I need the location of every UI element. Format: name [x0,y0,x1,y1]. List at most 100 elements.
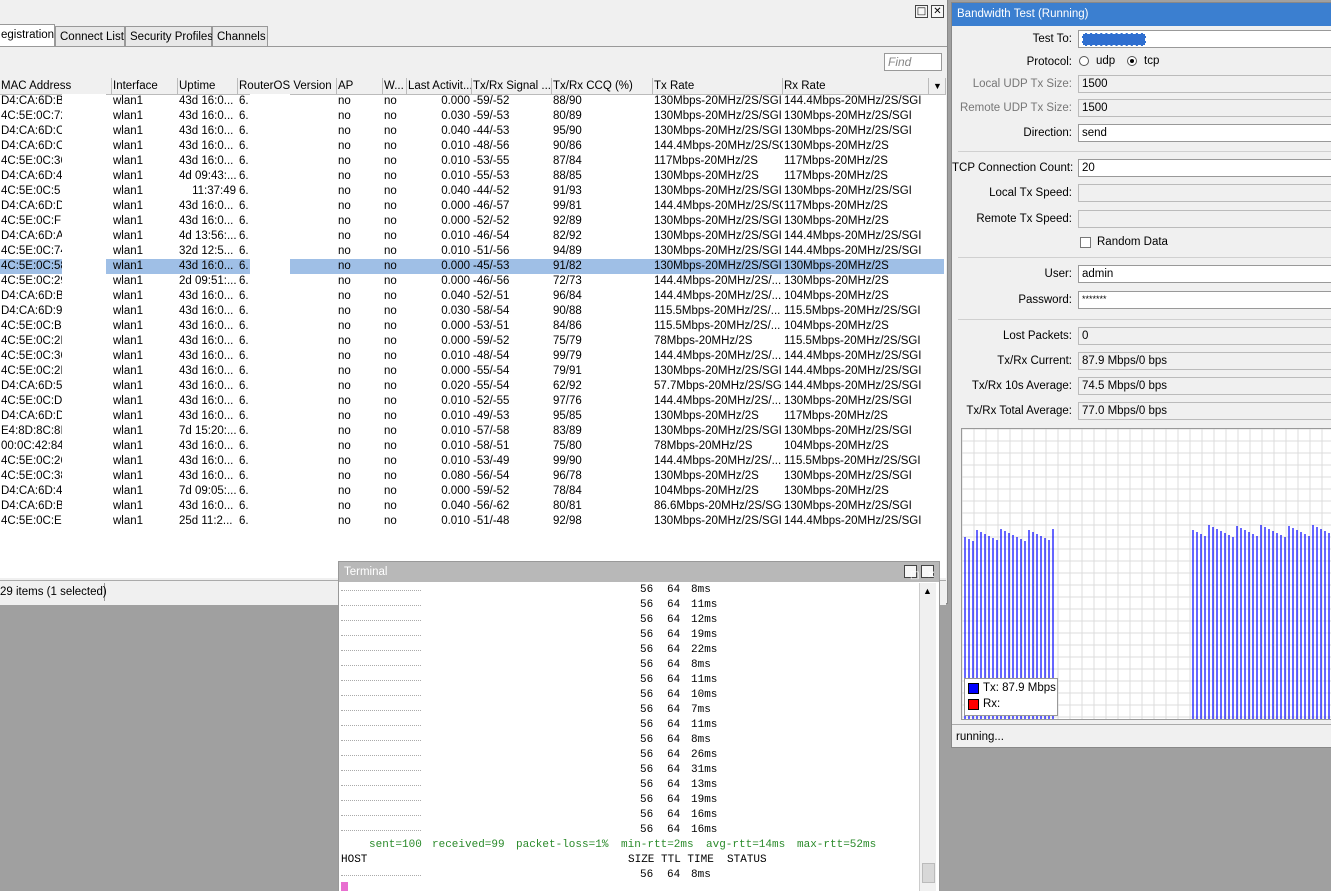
separator [958,257,1331,258]
table-row[interactable]: 4C:5E:0C:36 wlan1 43d 16:0... 6. no no 0.010 -5… [0,154,944,169]
table-row[interactable]: D4:CA:6D:B wlan1 43d 16:0... 6. no no 0.000 -59… [0,94,944,109]
password-field[interactable]: ******* [1078,291,1331,309]
cell-ccq: 75/80 [553,440,582,452]
table-row[interactable]: D4:CA:6D:D wlan1 43d 16:0... 6. no no 0.010 -49… [0,409,944,424]
random-data-checkbox[interactable] [1080,237,1091,248]
table-row[interactable]: 4C:5E:0C:38 wlan1 43d 16:0... 6. no no 0.080 -5… [0,469,944,484]
column-header-ap[interactable]: AP [337,78,383,94]
cell-interface: wlan1 [113,230,144,242]
column-header-mac[interactable]: MAC Address [0,78,112,94]
table-row[interactable]: 4C:5E:0C:B4 wlan1 43d 16:0... 6. no no 0.000 -5… [0,319,944,334]
cell-signal: -51/-48 [473,515,510,527]
table-row[interactable]: D4:CA:6D:9 wlan1 43d 16:0... 6. no no 0.030 -58… [0,304,944,319]
cell-w: no [384,200,397,212]
table-row[interactable]: 4C:5E:0C:74 wlan1 32d 12:5... 6. no no 0.010 -5… [0,244,944,259]
table-row[interactable]: 4C:5E:0C:DI wlan1 43d 16:0... 6. no no 0.010 -5… [0,394,944,409]
cell-version: 6. [239,320,249,332]
cell-signal: -51/-56 [473,245,510,257]
maximize-button[interactable]: □ [915,5,928,18]
table-row[interactable]: 4C:5E:0C:26 wlan1 43d 16:0... 6. no no 0.010 -5… [0,454,944,469]
column-header-tx[interactable]: Tx Rate [653,78,783,94]
rx-swatch [968,699,979,710]
table-row[interactable]: 4C:5E:0C:29 wlan1 2d 09:51:... 6. no no 0.000-… [0,274,944,289]
terminal-scrollbar[interactable]: ▲ [919,583,936,891]
column-header-last[interactable]: Last Activit... [407,78,472,94]
tab-channels[interactable]: Channels [212,26,268,46]
protocol-tcp-radio[interactable] [1127,56,1137,66]
cell-w: no [384,140,397,152]
cell-ap: no [338,335,351,347]
table-row[interactable]: 4C:5E:0C:72 wlan1 43d 16:0... 6. no no 0.030 -5… [0,109,944,124]
tab-security-profiles[interactable]: Security Profiles [125,26,213,46]
table-row[interactable]: D4:CA:6D:4 wlan1 4d 09:43:... 6. no no 0.010 -5… [0,169,944,184]
cell-version: 6. [239,290,249,302]
cell-uptime: 43d 16:0... [179,125,234,137]
tab-connect-list[interactable]: Connect List [55,26,125,46]
user-field[interactable]: admin [1078,265,1331,283]
table-row[interactable]: 00:0C:42:84: wlan1 43d 16:0... 6. no no 0.010-… [0,439,944,454]
table-row[interactable]: 4C:5E:0C:5 wlan1 11:37:49 6. no no 0.040 -44/-5… [0,184,944,199]
table-row[interactable]: 4C:5E:0C:F wlan1 43d 16:0... 6. no no 0.000 -52… [0,214,944,229]
cell-tx: 130Mbps-20MHz/2S/SGI [654,260,782,272]
cell-last: 0.010 [441,395,470,407]
table-row[interactable]: 4C:5E:0C:36 wlan1 43d 16:0... 6. no no 0.010 -4… [0,349,944,364]
column-menu-chevron-down-icon[interactable]: ▼ [929,78,946,94]
table-row[interactable]: D4:CA:6D:C wlan1 43d 16:0... 6. no no 0.040 -44… [0,124,944,139]
remote-speed-field[interactable] [1078,210,1331,228]
cell-rx: 130Mbps-20MHz/2S/SGI [784,185,912,197]
cell-rx: 130Mbps-20MHz/2S/SGI [784,110,912,122]
redacted-host [341,680,421,681]
column-header-version[interactable]: RouterOS Version [238,78,337,94]
column-header-ccq[interactable]: Tx/Rx CCQ (%) [552,78,653,94]
table-row[interactable]: 4C:5E:0C:58 wlan1 43d 16:0... 6. no no 0.000 -4… [0,259,944,274]
scroll-up-icon[interactable]: ▲ [923,586,932,596]
cell-w: no [384,230,397,242]
column-header-interface[interactable]: Interface [112,78,178,94]
table-row[interactable]: D4:CA:6D:B wlan1 43d 16:0... 6. no no 0.040 -52… [0,289,944,304]
cell-uptime: 43d 16:0... [179,140,234,152]
cell-ccq: 99/81 [553,200,582,212]
redacted-area [250,274,290,289]
cell-signal: -56/-62 [473,500,510,512]
summary-loss: packet-loss=1% [516,839,609,851]
terminal-close-button[interactable]: ✕ [921,565,936,581]
cell-tx: 130Mbps-20MHz/2S/SGI [654,425,782,437]
redacted-area [250,199,290,214]
column-header-signal[interactable]: Tx/Rx Signal ... [472,78,552,94]
terminal-line: 56 64 11ms [341,718,916,733]
table-row[interactable]: 4C:5E:0C:2F wlan1 43d 16:0... 6. no no 0.000 -5… [0,364,944,379]
table-row[interactable]: 4C:5E:0C:2F wlan1 43d 16:0... 6. no no 0.000 -5… [0,334,944,349]
tab-registration[interactable]: egistration [0,24,55,47]
find-input[interactable]: Find [884,53,942,71]
test-to-field[interactable] [1078,30,1331,48]
terminal-maximize-button[interactable]: □ [904,565,919,581]
close-icon: ✕ [927,570,936,581]
terminal-line: 56 64 12ms [341,613,916,628]
column-header-w[interactable]: W... [383,78,407,94]
column-header-rx[interactable]: Rx Rate [783,78,929,94]
table-row[interactable]: 4C:5E:0C:EI wlan1 25d 11:2... 6. no no 0.010 -5… [0,514,944,529]
cell-last: 0.010 [441,425,470,437]
table-row[interactable]: D4:CA:6D:C wlan1 43d 16:0... 6. no no 0.010 -48… [0,139,944,154]
protocol-udp-radio[interactable] [1079,56,1089,66]
direction-select[interactable]: send [1078,124,1331,142]
cell-ccq: 91/82 [553,260,582,272]
redacted-area [62,394,106,409]
table-row[interactable]: E4:8D:8C:8I wlan1 7d 15:20:... 6. no no 0.010-… [0,424,944,439]
cell-signal: -48/-56 [473,140,510,152]
local-speed-field[interactable] [1078,184,1331,202]
table-row[interactable]: D4:CA:6D:4 wlan1 7d 09:05:... 6. no no 0.000 -5… [0,484,944,499]
cell-last: 0.000 [441,260,470,272]
close-button[interactable]: ✕ [931,5,944,18]
table-row[interactable]: D4:CA:6D:B wlan1 43d 16:0... 6. no no 0.040 -56… [0,499,944,514]
tcp-count-field[interactable]: 20 [1078,159,1331,177]
remote-udp-field: 1500 [1078,99,1331,117]
table-row[interactable]: D4:CA:6D:5 wlan1 43d 16:0... 6. no no 0.020 -55… [0,379,944,394]
ping-ttl: 64 [667,599,681,611]
cell-version: 6. [239,200,249,212]
scroll-thumb[interactable] [922,863,935,883]
column-header-uptime[interactable]: Uptime [178,78,238,94]
table-row[interactable]: D4:CA:6D:D wlan1 43d 16:0... 6. no no 0.000 -46… [0,199,944,214]
table-row[interactable]: D4:CA:6D:A wlan1 4d 13:56:... 6. no no 0.010 -4… [0,229,944,244]
redacted-area [62,94,106,109]
